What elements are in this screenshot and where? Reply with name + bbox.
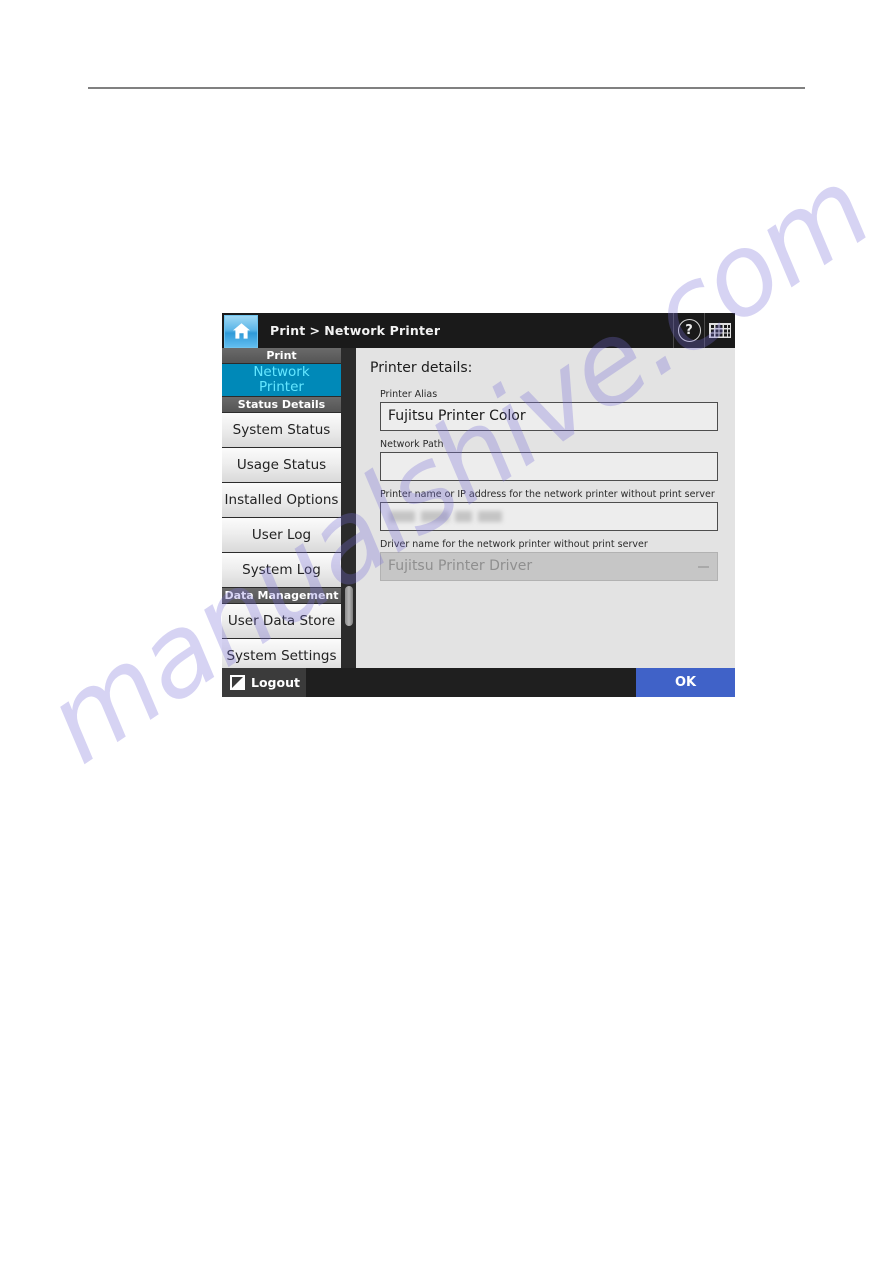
- sidebar-item-usage-status[interactable]: Usage Status: [222, 448, 341, 483]
- sidebar-item-system-log[interactable]: System Log: [222, 553, 341, 588]
- breadcrumb-separator: >: [309, 323, 321, 338]
- sidebar-item-system-settings[interactable]: System Settings: [222, 639, 341, 668]
- printer-alias-input[interactable]: Fujitsu Printer Color: [380, 402, 718, 431]
- keyboard-button[interactable]: [704, 313, 735, 348]
- page-horizontal-rule: [88, 87, 805, 89]
- network-path-input[interactable]: [380, 452, 718, 481]
- keyboard-icon: [709, 323, 731, 338]
- field-driver-name: Driver name for the network printer with…: [380, 539, 723, 581]
- sidebar-group-print: Print: [222, 348, 341, 364]
- sidebar-item-label-line2: Printer: [259, 379, 304, 395]
- driver-name-value: Fujitsu Printer Driver: [388, 558, 533, 574]
- device-header-bar: Print > Network Printer ?: [222, 313, 735, 348]
- logout-label: Logout: [251, 675, 300, 690]
- breadcrumb-root[interactable]: Print: [270, 323, 306, 338]
- sidebar-item-network-printer[interactable]: Network Printer: [222, 364, 341, 397]
- home-icon[interactable]: [224, 314, 258, 348]
- field-label-printer-alias: Printer Alias: [380, 389, 438, 400]
- content-pane: Printer details: Printer Alias Fujitsu P…: [356, 348, 735, 668]
- breadcrumb-current: Network Printer: [324, 323, 441, 338]
- field-label-printer-ip: Printer name or IP address for the netwo…: [380, 489, 715, 500]
- field-network-path: Network Path: [380, 439, 723, 481]
- sidebar-item-label-line1: Network: [253, 364, 310, 380]
- breadcrumb: Print > Network Printer: [270, 323, 440, 338]
- sidebar-item-user-log[interactable]: User Log: [222, 518, 341, 553]
- chevron-down-icon: [698, 566, 709, 568]
- redacted-value: [389, 511, 502, 522]
- printer-ip-input[interactable]: [380, 502, 718, 531]
- sidebar-group-data-management: Data Management: [222, 588, 341, 604]
- logout-icon: [230, 675, 245, 690]
- footer-spacer: [306, 668, 636, 697]
- field-printer-ip: Printer name or IP address for the netwo…: [380, 489, 723, 531]
- help-button[interactable]: ?: [673, 313, 704, 348]
- header-actions: ?: [673, 313, 735, 348]
- ok-button[interactable]: OK: [636, 668, 735, 697]
- page-title: Printer details:: [370, 360, 473, 376]
- sidebar-item-installed-options[interactable]: Installed Options: [222, 483, 341, 518]
- help-icon: ?: [677, 319, 701, 342]
- sidebar-group-status-details: Status Details: [222, 397, 341, 413]
- device-screenshot-panel: Print > Network Printer ? Print Network Pr…: [222, 313, 735, 697]
- sidebar: Print Network Printer Status Details Sys…: [222, 348, 342, 668]
- logout-button[interactable]: Logout: [222, 668, 306, 697]
- sidebar-scrollbar-thumb[interactable]: [345, 586, 353, 626]
- field-label-driver-name: Driver name for the network printer with…: [380, 539, 648, 550]
- device-body: Print Network Printer Status Details Sys…: [222, 348, 735, 668]
- sidebar-item-system-status[interactable]: System Status: [222, 413, 341, 448]
- sidebar-scrollbar[interactable]: [342, 348, 356, 668]
- device-footer-bar: Logout OK: [222, 668, 735, 697]
- driver-name-dropdown[interactable]: Fujitsu Printer Driver: [380, 552, 718, 581]
- field-printer-alias: Printer Alias Fujitsu Printer Color: [380, 389, 723, 431]
- field-label-network-path: Network Path: [380, 439, 444, 450]
- sidebar-item-user-data-store[interactable]: User Data Store: [222, 604, 341, 639]
